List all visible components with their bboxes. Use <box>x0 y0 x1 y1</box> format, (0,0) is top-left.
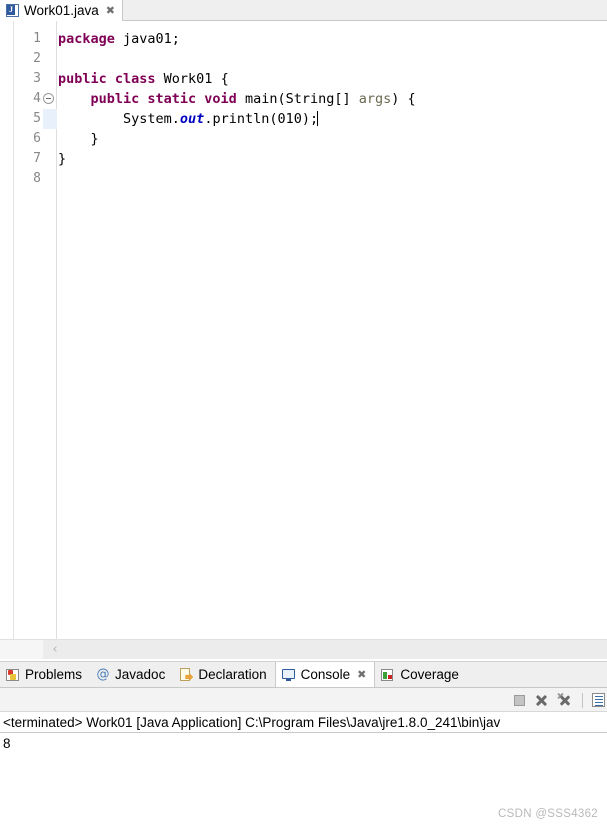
line-number: 3 <box>33 71 41 86</box>
code-token: } <box>58 151 67 167</box>
code-token: ) { <box>391 91 416 107</box>
console-toolbar <box>0 688 607 712</box>
java-file-icon: J <box>6 4 19 17</box>
code-token: out <box>179 111 205 127</box>
console-launch-header: <terminated> Work01 [Java Application] C… <box>0 712 607 733</box>
chevron-left-icon[interactable]: ‹ <box>48 642 62 657</box>
line-number: 5 <box>33 111 41 126</box>
code-line[interactable] <box>57 169 607 189</box>
view-tab-javadoc[interactable]: @ Javadoc <box>90 662 173 687</box>
view-tab-label: Declaration <box>198 667 267 682</box>
horizontal-scroll-track[interactable] <box>43 640 607 659</box>
code-token: System. <box>58 111 180 127</box>
fold-collapse-icon[interactable] <box>43 93 54 104</box>
view-tab-console[interactable]: Console ✖ <box>274 662 376 687</box>
code-token: public static void <box>58 91 245 107</box>
code-line[interactable]: public class Work01 { <box>57 69 607 89</box>
editor-tab-work01-java[interactable]: J Work01.java ✖ <box>0 0 124 21</box>
console-toolbar-icons <box>514 688 607 712</box>
code-line[interactable]: public static void main(String[] args) { <box>57 89 607 109</box>
code-line[interactable]: } <box>57 149 607 169</box>
code-token: package <box>58 31 124 47</box>
coverage-icon <box>381 668 395 682</box>
javadoc-icon: @ <box>96 666 110 682</box>
view-tab-problems[interactable]: Problems <box>0 662 90 687</box>
code-token: Work01 { <box>163 71 229 87</box>
code-token: } <box>58 131 99 147</box>
view-tab-coverage[interactable]: Coverage <box>375 662 467 687</box>
line-number: 1 <box>33 31 41 46</box>
editor-tab-label: Work01.java <box>24 2 99 18</box>
console-list-icon[interactable] <box>592 693 605 707</box>
code-token: .println(010); <box>204 111 319 127</box>
code-line[interactable] <box>57 49 607 69</box>
line-number: 2 <box>33 51 41 66</box>
view-tab-label: Console <box>300 667 351 682</box>
code-line[interactable]: package java01; <box>57 29 607 49</box>
editor-horizontal-scrollbar[interactable]: ‹ <box>0 639 607 659</box>
problems-icon <box>6 668 20 682</box>
code-token: main(String[] <box>244 91 359 107</box>
console-icon <box>281 668 296 682</box>
remove-x-icon[interactable] <box>534 693 548 707</box>
line-number: 8 <box>33 171 41 186</box>
editor-part: J Work01.java ✖ 1 2 3 4 5 6 7 8 package java01;… <box>0 0 607 660</box>
close-icon[interactable]: ✖ <box>357 668 366 681</box>
code-line[interactable]: } <box>57 129 607 149</box>
java-file-icon-letter: J <box>7 5 15 15</box>
view-tab-label: Coverage <box>400 667 459 682</box>
view-tab-declaration[interactable]: Declaration <box>173 662 274 687</box>
code-token: public class <box>58 71 164 87</box>
editor-body[interactable]: 1 2 3 4 5 6 7 8 package java01; public class Wor… <box>0 21 607 639</box>
declaration-icon <box>179 667 194 682</box>
console-output-line: 8 <box>3 736 11 751</box>
line-number: 7 <box>33 151 41 166</box>
view-tab-label: Problems <box>25 667 83 682</box>
code-text-area[interactable]: package java01; public class Work01 { pub… <box>57 21 607 639</box>
code-token: java01; <box>123 31 180 47</box>
toolbar-separator <box>582 692 583 708</box>
text-caret <box>317 111 319 126</box>
close-icon[interactable]: ✖ <box>106 5 115 16</box>
remove-all-x-icon[interactable] <box>557 692 573 707</box>
code-line[interactable]: System.out.println(010); <box>57 109 607 129</box>
line-number-ruler: 1 2 3 4 5 6 7 8 <box>14 21 42 639</box>
stop-square-icon[interactable] <box>514 694 525 706</box>
code-token: args <box>358 91 392 107</box>
console-part: Problems @ Javadoc Declaration Console ✖ Cover… <box>0 661 607 827</box>
editor-tab-bar: J Work01.java ✖ <box>0 0 607 21</box>
view-tab-bar: Problems @ Javadoc Declaration Console ✖ Cover… <box>0 661 607 688</box>
line-number: 4 <box>33 91 41 106</box>
annotation-ruler[interactable] <box>0 21 14 639</box>
watermark: CSDN @SSS4362 <box>498 808 598 820</box>
line-number: 6 <box>33 131 41 146</box>
view-tab-label: Javadoc <box>115 667 166 682</box>
